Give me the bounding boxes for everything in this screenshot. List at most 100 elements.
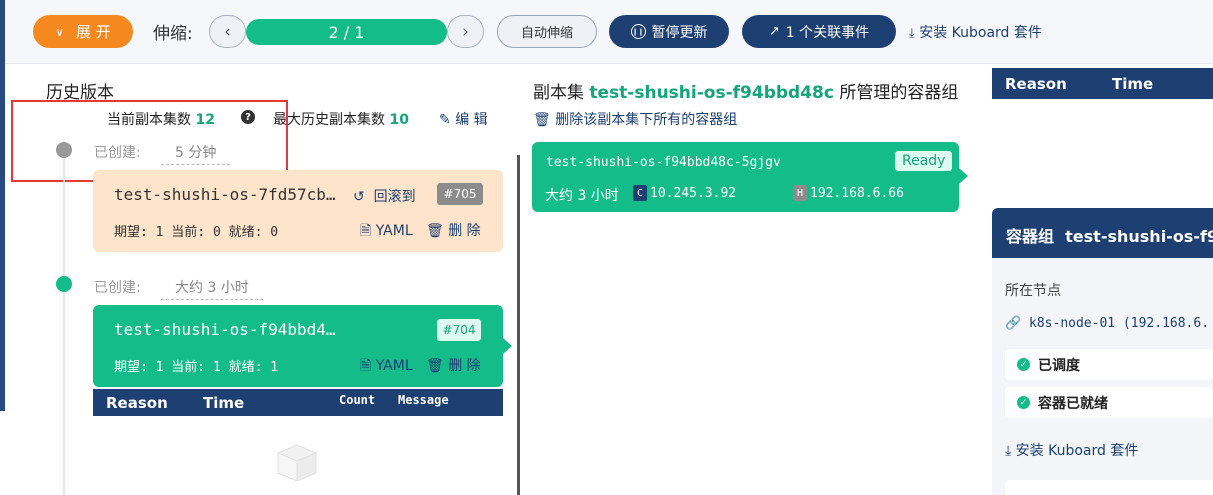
- delete-label: 删 除: [448, 223, 481, 239]
- node-value: k8s-node-01 (192.168.6.: [1029, 316, 1210, 331]
- created-age: 5 分钟: [161, 142, 231, 165]
- delete-button[interactable]: 🗑 删 除: [426, 355, 481, 375]
- title-prefix: 副本集: [533, 83, 584, 103]
- external-link-icon: ↗: [768, 24, 780, 39]
- revision-badge: #704: [437, 319, 481, 341]
- col-time: Time: [1112, 75, 1154, 93]
- replica-slider[interactable]: 2 / 1: [246, 19, 447, 45]
- replicaset-name-highlight: test-shushi-os-f94bbd48c: [589, 83, 834, 103]
- pause-update-button[interactable]: ❙❙ 暂停更新: [609, 15, 729, 48]
- rollback-label: 回滚到: [373, 189, 416, 205]
- chevron-down-icon: ∨: [55, 24, 64, 39]
- trash-icon: 🗑: [533, 112, 551, 128]
- created-age: 大约 3 小时: [161, 277, 263, 300]
- edit-button[interactable]: ✎ 编 辑: [439, 109, 488, 129]
- events-table-header: Reason Time Count Message: [93, 389, 503, 416]
- host-ip: H 192.168.6.66: [793, 185, 904, 201]
- host-ip-value: 192.168.6.66: [810, 185, 904, 201]
- install-kuboard-label: 安装 Kuboard 套件: [919, 25, 1042, 41]
- pod-ready-badge: Ready: [895, 151, 953, 171]
- chevron-left-icon: ‹: [224, 21, 231, 42]
- empty-box-icon: [272, 433, 322, 483]
- related-events-label: 1 个关联事件: [785, 24, 870, 41]
- ready-status: ✓ 容器已就绪: [1005, 387, 1213, 418]
- pod-age: 大约 3 小时: [545, 188, 619, 204]
- yaml-label: YAML: [375, 223, 413, 239]
- replicaset-card-current[interactable]: test-shushi-os-f94bbd4… #704 期望: 1 当前: 1…: [93, 305, 503, 387]
- max-history-value: 10: [389, 112, 409, 128]
- check-icon: ✓: [1017, 358, 1030, 371]
- decrease-replicas-button[interactable]: ‹: [209, 15, 246, 48]
- max-history-label: 最大历史副本集数: [273, 112, 385, 128]
- scheduled-label: 已调度: [1038, 357, 1080, 374]
- delete-button[interactable]: 🗑 删 除: [426, 220, 481, 240]
- download-icon: ⤓: [1005, 443, 1012, 459]
- node-link[interactable]: 🔗 k8s-node-01 (192.168.6.: [1005, 316, 1209, 331]
- pod-detail-name: test-shushi-os-f9: [1065, 227, 1213, 246]
- pause-update-label: 暂停更新: [651, 24, 708, 41]
- pod-events-table-header: Reason Time: [992, 68, 1213, 99]
- column-divider: [517, 155, 520, 495]
- pod-detail-title: 容器组 test-shushi-os-f9: [1006, 223, 1213, 247]
- left-edge-strip: [0, 0, 5, 411]
- pod-ip: C 10.245.3.92: [633, 185, 736, 201]
- max-history-stat: 最大历史副本集数 10: [273, 109, 409, 129]
- delete-all-pods-button[interactable]: 🗑 删除该副本集下所有的容器组: [533, 109, 737, 129]
- timeline-dot-current: [56, 276, 72, 292]
- scale-label: 伸缩:: [153, 24, 193, 44]
- pod-card[interactable]: test-shushi-os-f94bbd48c-5gjgv Ready 大约 …: [532, 142, 959, 212]
- edit-icon: ✎: [439, 112, 451, 128]
- trash-icon: 🗑: [426, 358, 444, 374]
- edit-label: 编 辑: [455, 112, 488, 128]
- pod-selected-pointer: [959, 168, 968, 184]
- pod-detail-header: 容器组 test-shushi-os-f9: [992, 208, 1213, 258]
- scheduled-status: ✓ 已调度: [1005, 349, 1213, 380]
- auto-scale-label: 自动伸缩: [520, 26, 573, 41]
- check-icon: ✓: [1017, 396, 1030, 409]
- increase-replicas-button[interactable]: ›: [447, 15, 484, 48]
- col-count: Count: [339, 393, 376, 407]
- yaml-button[interactable]: 🗎 YAML: [360, 355, 413, 379]
- file-icon: 🗎: [360, 358, 372, 374]
- next-section-card: [1005, 480, 1213, 495]
- replica-status: 期望: 1 当前: 1 就绪: 1: [114, 360, 279, 375]
- selected-pointer: [503, 338, 512, 354]
- pod-detail-prefix: 容器组: [1006, 227, 1055, 246]
- expand-button-label: 展 开: [76, 23, 111, 41]
- title-suffix: 所管理的容器组: [839, 83, 959, 103]
- pod-ip-value: 10.245.3.92: [650, 185, 737, 201]
- timeline-dot-old: [56, 142, 72, 158]
- trash-icon: 🗑: [426, 223, 444, 239]
- replicaset-name: test-shushi-os-7fd57cb…: [114, 185, 336, 204]
- yaml-button[interactable]: 🗎 YAML: [360, 220, 413, 244]
- replicaset-card-old[interactable]: test-shushi-os-7fd57cb… ↺ 回滚到 #705 期望: 1…: [93, 170, 503, 252]
- replicaset-name: test-shushi-os-f94bbd4…: [114, 320, 336, 339]
- install-kuboard-link-right[interactable]: ⤓ 安装 Kuboard 套件: [1005, 440, 1138, 460]
- expand-button[interactable]: ∨ 展 开: [33, 15, 133, 48]
- node-label: 所在节点: [1005, 283, 1061, 299]
- pause-icon: ❙❙: [630, 24, 646, 39]
- replica-count: 2 / 1: [328, 22, 365, 42]
- rollback-icon: ↺: [353, 189, 365, 205]
- auto-scale-button[interactable]: 自动伸缩: [497, 15, 597, 48]
- created-label: 已创建:: [94, 145, 141, 161]
- install-kuboard-link[interactable]: ⤓ 安装 Kuboard 套件: [909, 22, 1042, 42]
- col-message: Message: [398, 393, 449, 407]
- created-label: 已创建:: [94, 280, 141, 296]
- chevron-right-icon: ›: [462, 21, 469, 42]
- link-icon: 🔗: [1005, 316, 1022, 331]
- download-icon: ⤓: [909, 26, 915, 41]
- host-ip-icon: H: [793, 185, 807, 201]
- pod-name: test-shushi-os-f94bbd48c-5gjgv: [546, 155, 781, 170]
- replica-status: 期望: 1 当前: 0 就绪: 0: [114, 225, 279, 240]
- related-events-button[interactable]: ↗ 1 个关联事件: [742, 15, 896, 48]
- col-reason: Reason: [1005, 75, 1067, 93]
- col-reason: Reason: [106, 394, 168, 412]
- pod-ip-icon: C: [633, 185, 647, 201]
- rollback-button[interactable]: ↺ 回滚到: [353, 186, 416, 206]
- ready-label: 容器已就绪: [1038, 395, 1108, 412]
- delete-all-pods-label: 删除该副本集下所有的容器组: [555, 112, 738, 128]
- timeline-line: [63, 150, 65, 495]
- file-icon: 🗎: [360, 223, 372, 239]
- install-kuboard-label: 安装 Kuboard 套件: [1015, 443, 1139, 459]
